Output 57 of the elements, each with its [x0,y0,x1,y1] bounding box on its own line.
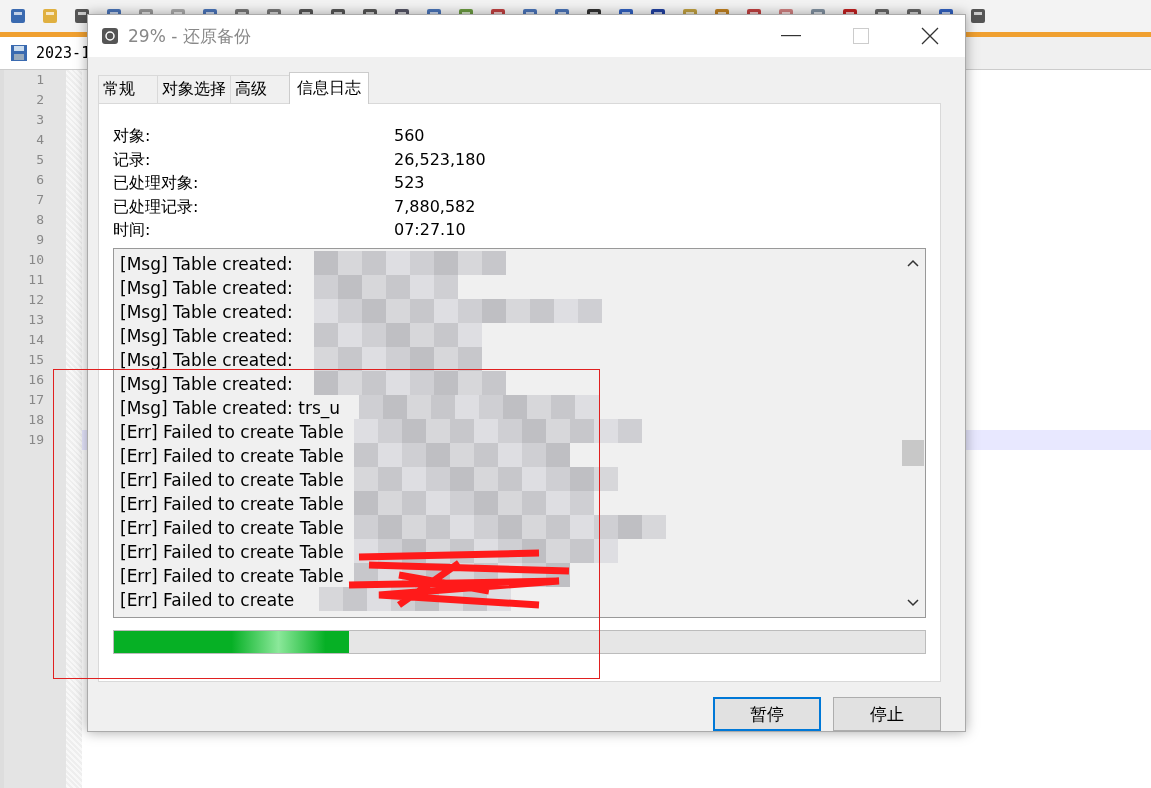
log-entry: [Msg] Table created: [120,276,293,300]
restore-icon [102,28,118,44]
line-number: 7 [35,191,45,209]
stat-label: 已处理对象: [113,172,200,194]
line-number: 15 [27,351,45,369]
stat-value: 7,880,582 [394,195,477,218]
stat-label: 已处理记录: [113,195,200,218]
log-entry: [Err] Failed to create Table [120,492,344,516]
log-entry: [Err] Failed to create [120,588,295,612]
tab[interactable]: 常规 [98,75,158,103]
log-entry: [Msg] Table created: [120,300,293,324]
line-number: 16 [27,371,45,389]
log-entry: [Err] Failed to create Table [120,444,344,468]
scroll-down-icon[interactable] [907,598,919,607]
log-entry: [Err] Failed to create Table [120,516,344,540]
log-entry: [Err] Failed to create Table [120,420,344,444]
tab[interactable]: 信息日志 [289,72,369,104]
log-entry: [Msg] Table created: [120,348,293,372]
log-entry: [Err] Failed to create Table [120,540,344,564]
stat-value: 26,523,180 [394,148,487,171]
stat-label: 时间: [113,219,152,241]
stat-value: 07:27.10 [394,219,467,241]
line-number: 3 [35,111,45,129]
log-entry: [Err] Failed to create Table [120,468,344,492]
line-number: 5 [35,151,45,169]
line-number: 6 [35,171,45,189]
line-number: 19 [27,431,45,449]
line-number: 12 [27,291,45,309]
line-number: 17 [27,391,45,409]
stat-value: 523 [394,172,426,194]
line-number: 11 [27,271,45,289]
line-number: 4 [35,131,45,149]
line-number: 2 [35,91,45,109]
scrollbar-thumb[interactable] [902,439,924,466]
line-number: 14 [27,331,45,349]
maximize-icon [853,28,869,44]
window-title: 29% - 还原备份 [128,24,251,48]
dialog-button[interactable]: 停止 [833,697,941,731]
log-entry: [Msg] Table created: trs_u [120,396,341,420]
line-number: 18 [27,411,45,429]
log-entry: [Msg] Table created: [120,324,293,348]
line-number: 10 [27,251,45,269]
line-number: 8 [35,211,45,229]
stat-label: 对象: [113,125,152,147]
dialog-button[interactable]: 暂停 [713,697,821,731]
stat-value: 560 [394,125,426,147]
minimize-icon[interactable] [781,35,801,37]
log-entry: [Msg] Table created: [120,372,293,396]
scroll-up-icon[interactable] [907,258,919,267]
stat-label: 记录: [113,148,152,171]
close-icon[interactable] [921,27,939,45]
log-entry: [Err] Failed to create Table [120,564,344,588]
line-number: 13 [27,311,45,329]
line-number: 9 [35,231,45,249]
line-number: 1 [35,71,45,89]
log-entry: [Msg] Table created: [120,252,293,276]
save-icon [10,44,28,62]
